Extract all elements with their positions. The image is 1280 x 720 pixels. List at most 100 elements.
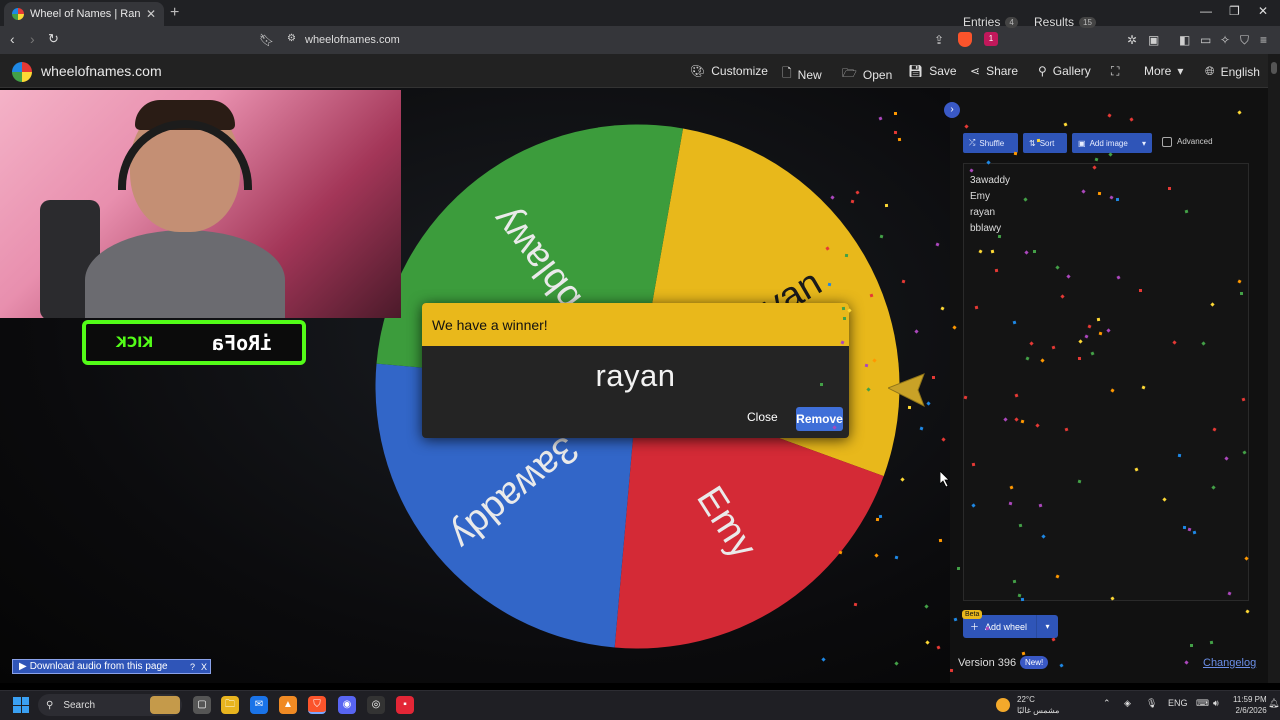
task-view-icon[interactable]: ▢	[193, 696, 211, 714]
plus-icon: ＋	[970, 622, 980, 632]
confetti-piece	[1189, 644, 1193, 648]
list-item[interactable]: 3awaddy	[970, 173, 1242, 189]
confetti-piece	[969, 168, 974, 173]
entries-textarea[interactable]: 3awaddy Emy rayan bblawy	[963, 163, 1249, 601]
list-item[interactable]: Emy	[970, 189, 1242, 205]
gallery-button[interactable]: ⚲ Gallery	[1038, 64, 1091, 78]
add-wheel-label: Add wheel	[985, 621, 1028, 632]
confetti-piece	[1020, 419, 1025, 424]
confetti-piece	[820, 382, 824, 386]
confetti-piece	[893, 111, 897, 115]
back-icon[interactable]: ‹	[10, 31, 15, 47]
confetti-piece	[875, 517, 880, 522]
open-button[interactable]: 🗁︎ Open	[842, 64, 892, 85]
brave-shields-icon[interactable]	[958, 32, 972, 47]
language-label: English	[1220, 64, 1260, 79]
logo-icon[interactable]	[12, 62, 32, 82]
close-tab-icon[interactable]: ✕	[146, 7, 156, 21]
language-indicator[interactable]: ENG	[1168, 698, 1188, 708]
tab-entries-label: Entries	[963, 15, 1001, 29]
weather-icon[interactable]	[996, 698, 1010, 712]
customize-button[interactable]: 🎨︎ Customize	[690, 64, 768, 78]
chevron-up-icon[interactable]: ⌃	[1103, 698, 1111, 709]
fullscreen-button[interactable]: ⛶	[1111, 64, 1119, 79]
extensions-icon[interactable]: ✲	[1127, 33, 1137, 47]
network-icon[interactable]: ⌨︎	[1196, 698, 1209, 709]
clock[interactable]: 11:59 PM 2/6/2026	[1233, 694, 1267, 716]
chevron-down-icon[interactable]: ▾	[1036, 615, 1058, 638]
confetti-piece	[1116, 275, 1121, 280]
wheel-pointer-icon	[888, 373, 925, 408]
wallet-icon[interactable]: ▭	[1200, 33, 1211, 47]
confetti-piece	[885, 203, 889, 207]
share-button[interactable]: ⋖ Share	[970, 64, 1018, 78]
confetti-piece	[990, 249, 995, 254]
page-scrollbar[interactable]	[1268, 54, 1280, 683]
shuffle-button[interactable]: ⤮ Shuffle	[963, 133, 1018, 153]
dialog-header: We have a winner!	[422, 303, 849, 346]
restore-icon[interactable]: ❐	[1229, 4, 1240, 18]
forward-icon[interactable]: ›	[30, 31, 35, 47]
chevron-down-icon: ▾	[1141, 138, 1146, 148]
windows-taskbar: ⚲ Search ▢ 🗀︎ ✉︎ ▲ ⛉ ◉ ◎ ▪ 22°C مشمس غال…	[0, 690, 1280, 720]
window-close-icon[interactable]: ✕	[1258, 4, 1268, 18]
leo-ai-icon[interactable]: ✧	[1220, 33, 1230, 47]
close-button[interactable]: Close	[747, 410, 778, 424]
collapse-panel-icon[interactable]: ›	[944, 102, 960, 118]
more-button[interactable]: More ▾	[1144, 64, 1183, 78]
menu-icon[interactable]: ≡	[1260, 33, 1267, 47]
chrome-icon[interactable]: ◎	[367, 696, 385, 714]
start-button[interactable]	[13, 697, 29, 713]
minimize-icon[interactable]: —	[1200, 4, 1212, 18]
app-icon[interactable]: ▲	[279, 696, 297, 714]
confetti-piece	[919, 426, 924, 431]
reload-icon[interactable]: ↻	[48, 31, 59, 47]
confetti-piece	[974, 305, 979, 310]
help-icon[interactable]: ?	[187, 662, 198, 672]
download-audio-label[interactable]: Download audio from this page	[30, 661, 168, 672]
sort-label: Sort	[1039, 138, 1055, 148]
folder-icon: 🗁︎	[842, 66, 857, 80]
share-page-icon[interactable]: ⇪	[934, 33, 944, 47]
tab-entries[interactable]: Entries 4	[963, 15, 1018, 29]
site-settings-icon[interactable]: ⚙︎	[287, 33, 296, 44]
search-highlight-icon[interactable]	[150, 696, 180, 714]
sort-button[interactable]: ⇅ Sort	[1023, 133, 1067, 153]
brave-rewards-icon[interactable]: 1	[984, 32, 998, 46]
scroll-thumb[interactable]	[1271, 62, 1277, 74]
volume-icon[interactable]: 🔊︎	[1213, 698, 1219, 709]
microphone-icon[interactable]: 🎙︎	[1146, 698, 1157, 709]
vpn-icon[interactable]: ⛉	[1240, 33, 1249, 48]
outlook-icon[interactable]: ✉︎	[250, 696, 268, 714]
logo-text[interactable]: wheelofnames.com	[41, 63, 162, 79]
open-label: Open	[862, 67, 893, 82]
confetti-piece	[897, 137, 901, 142]
brave-icon[interactable]: ⛉	[308, 696, 326, 714]
tab-results[interactable]: Results 15	[1034, 15, 1096, 29]
changelog-link[interactable]: Changelog	[1203, 657, 1256, 669]
add-image-button[interactable]: ▣ Add image ▾	[1072, 133, 1152, 153]
download-audio-bar[interactable]: ▶ Download audio from this page ? X	[12, 659, 211, 674]
confetti-piece	[894, 130, 898, 135]
wheel-favicon-icon	[12, 8, 24, 20]
list-item[interactable]: bblawy	[970, 221, 1242, 237]
app-icon-red[interactable]: ▪	[396, 696, 414, 714]
save-button[interactable]: 💾︎ Save	[908, 64, 957, 78]
bookmark-icon[interactable]: 🔖︎	[259, 33, 274, 47]
new-tab-icon[interactable]: +	[170, 4, 179, 22]
notification-icon[interactable]: 🔔︎	[1268, 698, 1279, 709]
tab-manager-icon[interactable]: ▣	[1148, 33, 1159, 47]
weather-widget[interactable]: 22°C مشمس غالبًا	[1017, 694, 1059, 716]
file-explorer-icon[interactable]: 🗀︎	[221, 696, 239, 714]
new-button[interactable]: 🗋︎ New	[782, 64, 822, 85]
list-item[interactable]: rayan	[970, 205, 1242, 221]
language-button[interactable]: 🌐︎ English	[1205, 64, 1260, 79]
advanced-checkbox[interactable]	[1162, 137, 1172, 147]
sidebar-icon[interactable]: ◧	[1179, 33, 1190, 47]
app-tray-icon[interactable]: ◈	[1124, 698, 1131, 709]
url-text[interactable]: wheelofnames.com	[305, 34, 400, 46]
close-icon[interactable]: X	[201, 662, 210, 672]
confetti-piece	[869, 293, 873, 298]
browser-tab[interactable]: Wheel of Names | Random n ✕	[4, 2, 164, 26]
discord-icon[interactable]: ◉	[338, 696, 356, 714]
